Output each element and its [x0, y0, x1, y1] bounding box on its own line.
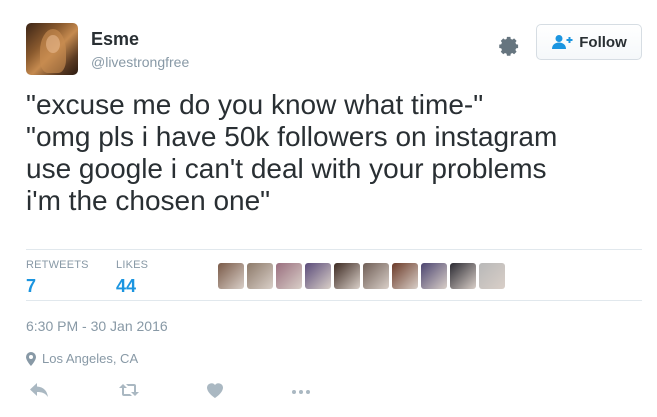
likes-stat[interactable]: LIKES 44 — [116, 259, 148, 297]
heart-icon[interactable] — [204, 380, 226, 400]
timestamp[interactable]: 6:30 PM - 30 Jan 2016 — [26, 318, 168, 334]
location[interactable]: Los Angeles, CA — [26, 351, 138, 366]
location-label: Los Angeles, CA — [42, 351, 139, 366]
liker-avatar[interactable] — [479, 263, 505, 289]
divider — [26, 249, 642, 250]
retweet-icon[interactable] — [118, 380, 140, 400]
follow-button[interactable]: Follow — [536, 24, 642, 60]
tweet-actions — [0, 380, 657, 410]
reply-icon[interactable] — [28, 380, 50, 400]
liker-avatar[interactable] — [363, 263, 389, 289]
liker-avatar[interactable] — [218, 263, 244, 289]
liker-avatar[interactable] — [450, 263, 476, 289]
tweet-line: i'm the chosen one" — [26, 185, 271, 216]
follow-button-label: Follow — [579, 33, 627, 51]
more-icon[interactable] — [290, 380, 312, 400]
liker-avatar[interactable] — [276, 263, 302, 289]
liker-avatar[interactable] — [334, 263, 360, 289]
add-user-icon — [552, 35, 573, 49]
liker-avatar[interactable] — [247, 263, 273, 289]
divider — [26, 300, 642, 301]
retweets-label: RETWEETS — [26, 259, 89, 271]
tweet-line: use google i can't deal with your proble… — [26, 153, 547, 184]
tweet-line: "excuse me do you know what time-" — [26, 89, 484, 120]
likes-count[interactable]: 44 — [116, 276, 148, 297]
liker-avatars — [218, 263, 505, 289]
map-pin-icon — [26, 351, 36, 366]
liker-avatar[interactable] — [392, 263, 418, 289]
liker-avatar[interactable] — [305, 263, 331, 289]
likes-label: LIKES — [116, 259, 149, 271]
retweets-count[interactable]: 7 — [26, 276, 89, 297]
gear-icon[interactable] — [496, 33, 522, 59]
avatar[interactable] — [26, 23, 78, 75]
tweet-text: "excuse me do you know what time-" "omg … — [26, 89, 641, 217]
tweet-line: "omg pls i have 50k followers on instagr… — [26, 121, 558, 152]
retweets-stat[interactable]: RETWEETS 7 — [26, 259, 89, 297]
avatar-face — [46, 35, 60, 53]
liker-avatar[interactable] — [421, 263, 447, 289]
user-handle[interactable]: @livestrongfree — [91, 54, 189, 70]
user-name[interactable]: Esme — [91, 29, 139, 50]
